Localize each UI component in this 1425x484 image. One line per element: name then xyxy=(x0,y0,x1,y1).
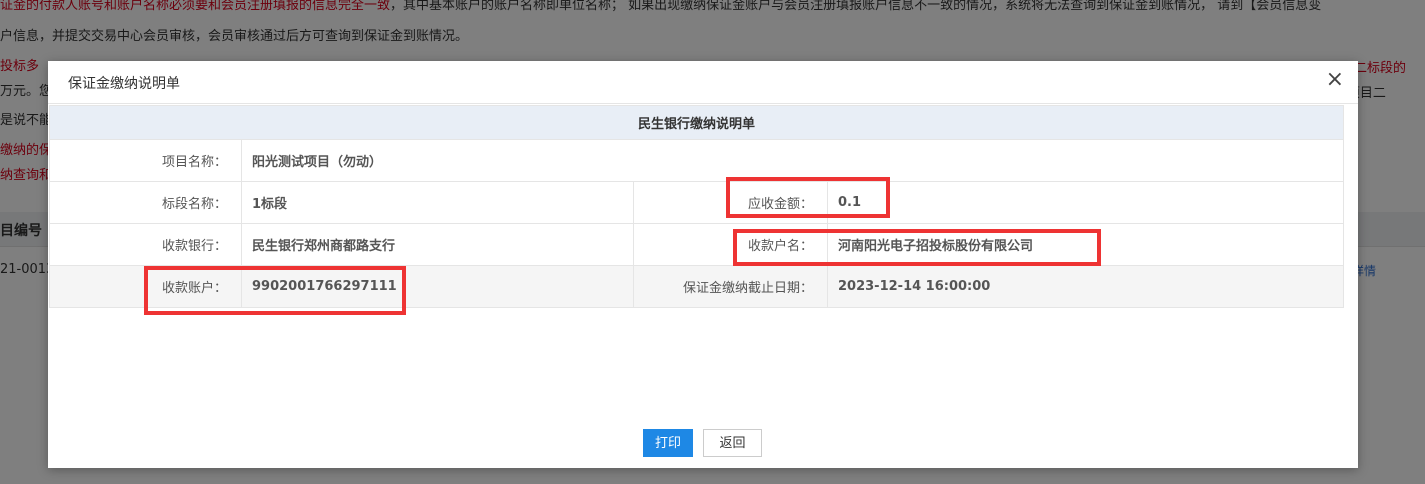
row-section-amount: 标段名称： 1标段 应收金额： 0.1 xyxy=(49,181,1345,224)
highlight-box-account xyxy=(144,266,406,315)
deposit-instruction-modal: 保证金缴纳说明单 × 民生银行缴纳说明单 项目名称： 阳光测试项目（勿动） 标段… xyxy=(48,61,1358,468)
bank-label: 收款银行： xyxy=(49,223,242,266)
project-name-label: 项目名称： xyxy=(49,139,242,182)
modal-header: 保证金缴纳说明单 × xyxy=(48,61,1358,104)
close-icon[interactable]: × xyxy=(1326,69,1344,91)
highlight-box-payee xyxy=(733,229,1101,266)
row-project: 项目名称： 阳光测试项目（勿动） xyxy=(49,139,1345,182)
back-button[interactable]: 返回 xyxy=(703,429,762,457)
deadline-label: 保证金缴纳截止日期： xyxy=(633,265,828,308)
row-bank-payee: 收款银行： 民生银行郑州商都路支行 收款户名： 河南阳光电子招投标股份有限公司 xyxy=(49,223,1345,266)
modal-title: 保证金缴纳说明单 xyxy=(68,76,180,92)
bank-value: 民生银行郑州商都路支行 xyxy=(241,223,634,266)
section-name-value: 1标段 xyxy=(241,181,634,224)
print-button[interactable]: 打印 xyxy=(643,429,693,457)
project-name-value: 阳光测试项目（勿动） xyxy=(240,139,1345,182)
highlight-box-amount xyxy=(726,177,890,218)
section-name-label: 标段名称： xyxy=(49,181,242,224)
table-caption: 民生银行缴纳说明单 xyxy=(48,105,1345,140)
deadline-value: 2023-12-14 16:00:00 xyxy=(826,265,1345,308)
amount-value: 0.1 xyxy=(826,181,1345,224)
